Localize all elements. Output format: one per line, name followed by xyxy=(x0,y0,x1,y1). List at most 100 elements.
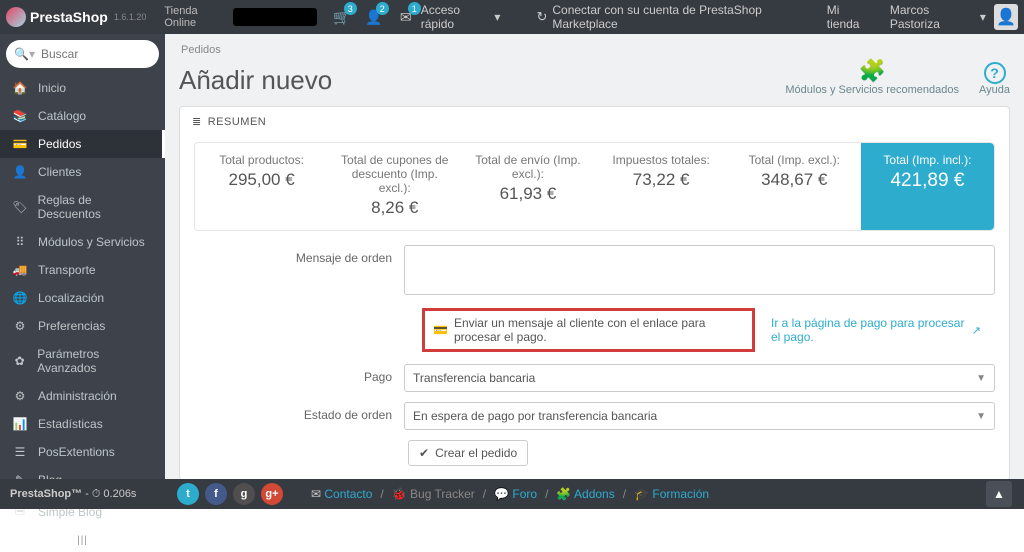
menu-icon: 👤 xyxy=(12,165,28,179)
gplus-icon[interactable]: g+ xyxy=(261,483,283,505)
users-icon[interactable]: 👤2 xyxy=(359,0,389,34)
marketplace-link[interactable]: ↻Conectar con su cuenta de PrestaShop Ma… xyxy=(536,3,808,31)
menu-icon: ⚙ xyxy=(12,389,28,403)
help-icon: ? xyxy=(984,62,1006,84)
sidebar-item-label: Catálogo xyxy=(38,109,86,123)
sidebar-item-cat-logo[interactable]: 📚 Catálogo xyxy=(0,102,165,130)
menu-icon: 🏠 xyxy=(12,81,28,95)
sidebar-item-label: Estadísticas xyxy=(38,417,103,431)
collapse-sidebar[interactable]: ||| xyxy=(0,529,165,552)
menu-icon: 🚚 xyxy=(12,263,28,277)
search-box[interactable]: 🔍 ▾ xyxy=(6,40,159,68)
avatar[interactable]: 👤 xyxy=(994,4,1018,30)
sidebar-item-label: Pedidos xyxy=(38,137,81,151)
summary-products: Total productos:295,00 € xyxy=(195,143,328,230)
sidebar-item-label: Preferencias xyxy=(38,319,105,333)
summary-total-incl: Total (Imp. incl.):421,89 € xyxy=(861,143,994,230)
brand-text: PrestaShop xyxy=(30,9,108,25)
my-shop-link[interactable]: Mi tienda xyxy=(827,3,872,31)
status-label: Estado de orden xyxy=(194,402,404,422)
help-button[interactable]: ? Ayuda xyxy=(979,62,1010,96)
order-status-select[interactable]: En espera de pago por transferencia banc… xyxy=(404,402,995,430)
sidebar-item-localizaci-n[interactable]: 🌐 Localización xyxy=(0,284,165,312)
search-icon: 🔍 xyxy=(14,47,29,61)
check-icon: ✔ xyxy=(419,446,429,460)
nav-list: 🏠 Inicio 📚 Catálogo 💳Pedidos 👤 Clientes 🏷Reglas… xyxy=(0,74,165,529)
menu-icon: 📚 xyxy=(12,109,28,123)
sidebar-item-label: PosExtentions xyxy=(38,445,115,459)
recommended-modules-button[interactable]: 🧩 Módulos y Servicios recomendados xyxy=(785,58,959,96)
menu-icon: ☰ xyxy=(12,445,28,459)
summary-total-excl: Total (Imp. excl.):348,67 € xyxy=(728,143,861,230)
sidebar-item-clientes[interactable]: 👤 Clientes xyxy=(0,158,165,186)
page-title: Añadir nuevo xyxy=(179,65,332,96)
scroll-top-button[interactable]: ▲ xyxy=(986,481,1012,507)
clock-icon: ⏱ xyxy=(92,488,101,501)
menu-icon: 🏷 xyxy=(12,200,28,214)
load-time: 0.206s xyxy=(103,488,136,500)
mail-icon[interactable]: ✉1 xyxy=(391,0,421,34)
forum-link[interactable]: 💬 Foro xyxy=(494,487,537,501)
cart-badge: 3 xyxy=(344,2,357,15)
payment-select[interactable]: Transferencia bancaria▼ xyxy=(404,364,995,392)
twitter-icon[interactable]: t xyxy=(177,483,199,505)
message-label: Mensaje de orden xyxy=(194,245,404,265)
logo-icon xyxy=(6,7,26,27)
quick-access[interactable]: Acceso rápido ▾ xyxy=(421,3,501,31)
training-link[interactable]: 🎓 Formación xyxy=(634,487,709,501)
bug-link[interactable]: 🐞 Bug Tracker xyxy=(392,487,475,501)
menu-icon: ✿ xyxy=(12,354,27,368)
sidebar-item-par-metros-avanzados[interactable]: ✿ Parámetros Avanzados xyxy=(0,340,165,382)
sidebar-item-label: Clientes xyxy=(38,165,81,179)
sidebar-item-inicio[interactable]: 🏠 Inicio xyxy=(0,74,165,102)
breadcrumb: Pedidos xyxy=(181,44,1010,56)
send-payment-link-button[interactable]: 💳 Enviar un mensaje al cliente con el en… xyxy=(422,308,755,352)
content: Pedidos Añadir nuevo 🧩 Módulos y Servici… xyxy=(165,34,1024,479)
cart-icon[interactable]: 🛒3 xyxy=(327,0,357,34)
contact-link[interactable]: ✉ Contacto xyxy=(311,487,372,501)
summary-taxes: Impuestos totales:73,22 € xyxy=(595,143,728,230)
sidebar-item-label: Inicio xyxy=(38,81,66,95)
menu-icon: 🌐 xyxy=(12,291,28,305)
sidebar-item-label: Módulos y Servicios xyxy=(38,235,145,249)
sidebar-item-label: Parámetros Avanzados xyxy=(37,347,155,375)
sidebar-footer: PrestaShop™ - ⏱ 0.206s xyxy=(0,479,165,509)
sidebar-item-reglas-de-descuentos[interactable]: 🏷Reglas de Descuentos xyxy=(0,186,165,228)
users-badge: 2 xyxy=(376,2,389,15)
refresh-icon: ↻ xyxy=(536,9,547,25)
shop-name: Tienda Online xyxy=(164,5,227,29)
list-icon: ≣ xyxy=(192,116,202,128)
sidebar-item-transporte[interactable]: 🚚 Transporte xyxy=(0,256,165,284)
external-link-icon: ↗ xyxy=(972,324,981,337)
user-menu[interactable]: Marcos Pastoriza ▾ xyxy=(890,3,986,31)
facebook-icon[interactable]: f xyxy=(205,483,227,505)
card-icon: 💳 xyxy=(433,323,448,337)
go-payment-page-link[interactable]: Ir a la página de pago para procesar el … xyxy=(771,316,981,344)
sidebar-item-label: Transporte xyxy=(38,263,96,277)
menu-icon: 📊 xyxy=(12,417,28,431)
panel-heading: ≣RESUMEN xyxy=(180,107,1009,136)
menu-icon: ⚙ xyxy=(12,319,28,333)
sidebar-item-m-dulos-y-servicios[interactable]: ⠿Módulos y Servicios xyxy=(0,228,165,256)
chevron-down-icon: ▼ xyxy=(976,373,986,384)
sidebar: 🔍 ▾ 🏠 Inicio 📚 Catálogo 💳Pedidos 👤 Clientes 🏷Re… xyxy=(0,34,165,479)
sidebar-item-label: Administración xyxy=(38,389,117,403)
addons-link[interactable]: 🧩 Addons xyxy=(556,487,614,501)
sidebar-item-pedidos[interactable]: 💳Pedidos xyxy=(0,130,165,158)
order-message-input[interactable] xyxy=(404,245,995,295)
mail-badge: 1 xyxy=(408,2,421,15)
sidebar-item-label: Localización xyxy=(38,291,104,305)
sidebar-item-estad-sticas[interactable]: 📊 Estadísticas xyxy=(0,410,165,438)
chevron-down-icon: ▼ xyxy=(976,411,986,422)
footer-brand: PrestaShop™ xyxy=(10,488,82,500)
puzzle-icon: 🧩 xyxy=(858,58,885,84)
github-icon[interactable]: g xyxy=(233,483,255,505)
create-order-button[interactable]: ✔ Crear el pedido xyxy=(408,440,528,466)
sidebar-item-preferencias[interactable]: ⚙ Preferencias xyxy=(0,312,165,340)
summary-totals: Total productos:295,00 € Total de cupone… xyxy=(194,142,995,231)
chevron-down-icon: ▾ xyxy=(494,10,500,24)
search-dropdown[interactable]: ▾ xyxy=(29,47,35,61)
sidebar-item-administraci-n[interactable]: ⚙ Administración xyxy=(0,382,165,410)
sidebar-item-posextentions[interactable]: ☰ PosExtentions xyxy=(0,438,165,466)
brand-logo[interactable]: PrestaShop 1.6.1.20 xyxy=(6,7,146,27)
